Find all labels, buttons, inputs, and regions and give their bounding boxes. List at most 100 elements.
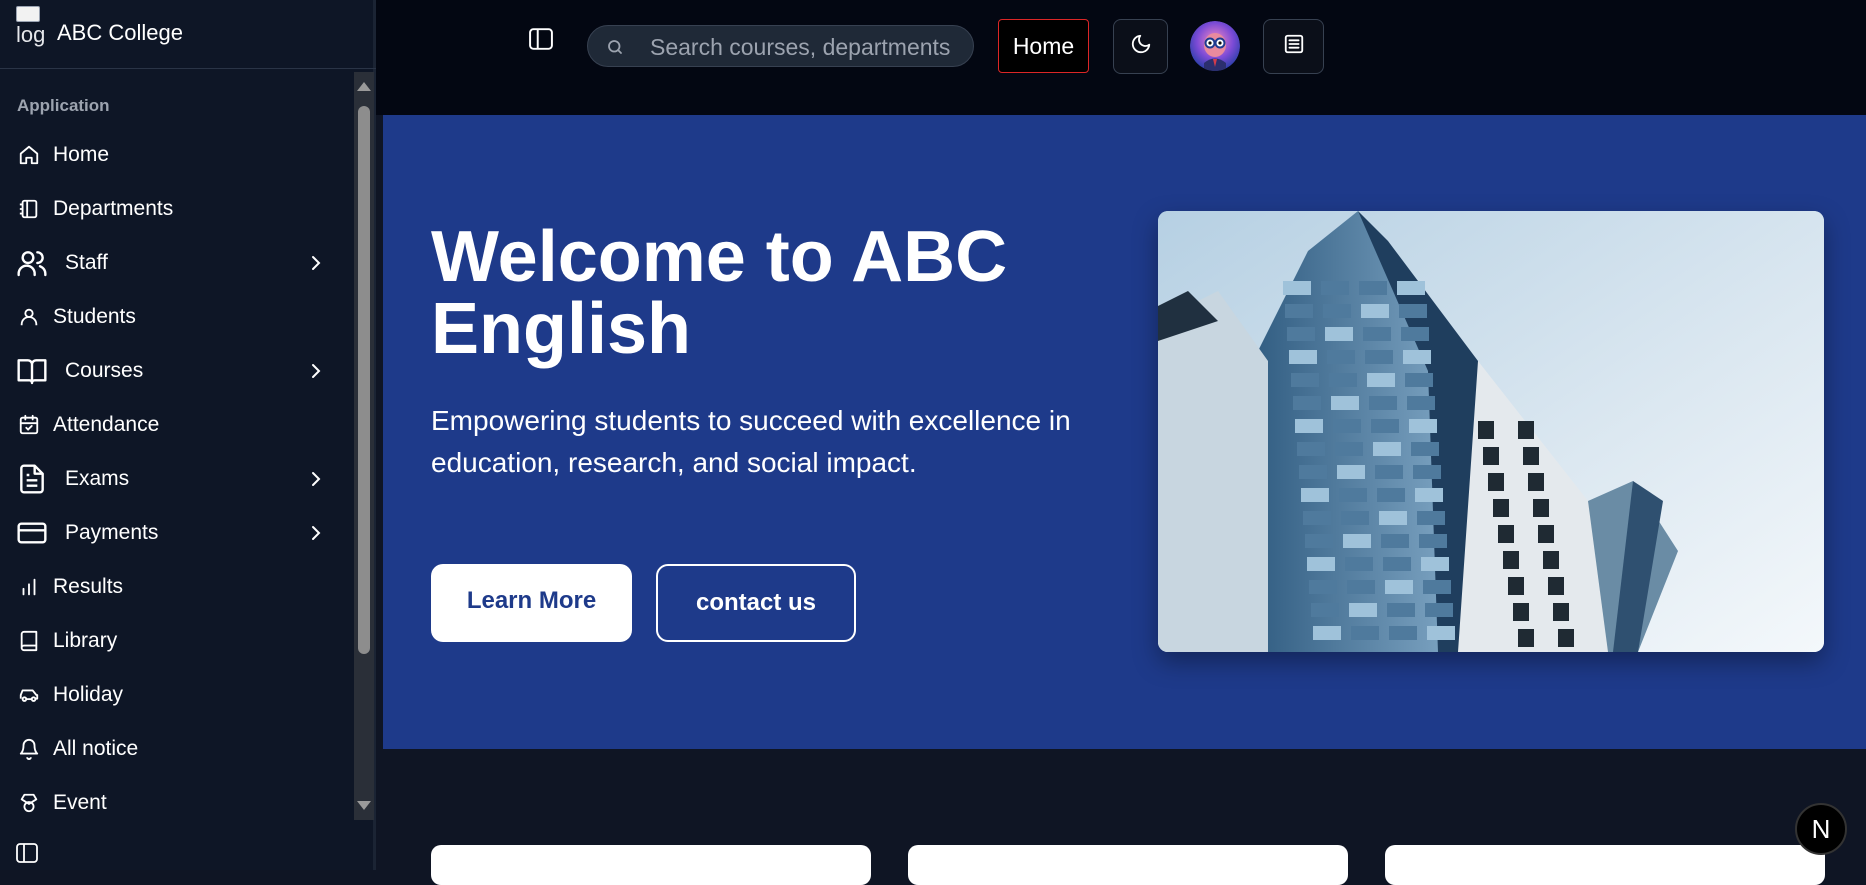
window-pane: [1371, 419, 1399, 433]
logo-image: log: [16, 6, 46, 56]
window-pane: [1423, 580, 1451, 594]
sidebar-item-departments[interactable]: Departments: [0, 186, 352, 232]
sidebar-nav: Application Home Departments Staff Stude…: [0, 80, 352, 822]
sidebar-item-label: Students: [53, 305, 136, 328]
hero-title: Welcome to ABC English: [431, 217, 1008, 369]
chevron-right-icon: [308, 525, 324, 541]
window-pane: [1553, 603, 1569, 621]
window-pane: [1377, 488, 1405, 502]
window-pane: [1413, 465, 1441, 479]
window-pane: [1325, 327, 1353, 341]
window-pane: [1397, 281, 1425, 295]
bar-chart-icon: [18, 576, 40, 598]
window-pane: [1533, 499, 1549, 517]
window-pane: [1411, 442, 1439, 456]
contact-us-button[interactable]: contact us: [656, 564, 856, 642]
window-pane: [1297, 442, 1325, 456]
sidebar-item-all-notice[interactable]: All notice: [0, 726, 352, 772]
car-icon: [18, 684, 40, 706]
sidebar-item-library[interactable]: Library: [0, 618, 352, 664]
window-pane: [1295, 419, 1323, 433]
sidebar-item-attendance[interactable]: Attendance: [0, 402, 352, 448]
search-input[interactable]: [648, 32, 962, 62]
window-pane: [1409, 419, 1437, 433]
sidebar-item-results[interactable]: Results: [0, 564, 352, 610]
scroll-up-arrow-icon[interactable]: [357, 82, 371, 91]
list-icon: [1283, 33, 1305, 60]
bell-icon: [18, 738, 40, 760]
sidebar-item-home[interactable]: Home: [0, 132, 352, 178]
scrollbar-thumb[interactable]: [358, 106, 370, 654]
window-pane: [1513, 603, 1529, 621]
window-pane: [1543, 551, 1559, 569]
sidebar-item-label: Courses: [65, 359, 144, 382]
window-pane: [1305, 534, 1333, 548]
nav-group-label: Application: [17, 96, 110, 115]
sidebar-item-students[interactable]: Students: [0, 294, 352, 340]
window-pane: [1508, 577, 1524, 595]
window-pane: [1347, 580, 1375, 594]
brand-name: ABC College: [57, 20, 183, 45]
window-pane: [1291, 373, 1319, 387]
sidebar-item-courses[interactable]: Courses: [0, 348, 352, 394]
sidebar-toggle-icon[interactable]: [16, 843, 38, 863]
window-pane: [1389, 626, 1417, 640]
window-pane: [1415, 488, 1443, 502]
window-pane: [1309, 580, 1337, 594]
learn-more-button[interactable]: Learn More: [431, 564, 632, 642]
feature-card: [431, 845, 871, 885]
window-pane: [1321, 281, 1349, 295]
feature-card: [908, 845, 1348, 885]
home-button[interactable]: Home: [998, 19, 1089, 73]
window-pane: [1381, 534, 1409, 548]
window-pane: [1333, 419, 1361, 433]
sidebar-item-event[interactable]: Event: [0, 780, 352, 822]
window-pane: [1401, 327, 1429, 341]
chevron-right-icon: [308, 471, 324, 487]
window-pane: [1289, 350, 1317, 364]
window-pane: [1483, 447, 1499, 465]
hero-subtitle: Empowering students to succeed with exce…: [431, 405, 1071, 478]
sidebar-toggle-icon[interactable]: [529, 28, 559, 54]
avatar[interactable]: [1190, 21, 1240, 71]
search-bar: [587, 25, 974, 67]
nextjs-badge[interactable]: N: [1795, 803, 1847, 855]
window-pane: [1425, 603, 1453, 617]
window-pane: [1349, 603, 1377, 617]
sidebar-item-label: Exams: [65, 467, 130, 490]
window-pane: [1301, 488, 1329, 502]
sidebar-item-staff[interactable]: Staff: [0, 240, 352, 286]
home-icon: [18, 144, 40, 166]
sidebar-item-exams[interactable]: Exams: [0, 456, 352, 502]
window-pane: [1287, 327, 1315, 341]
sidebar-scrollbar[interactable]: [354, 72, 374, 820]
brand[interactable]: log ABC College: [0, 0, 376, 69]
award-icon: [18, 792, 40, 814]
window-pane: [1373, 442, 1401, 456]
window-pane: [1403, 350, 1431, 364]
logo-alt-text: log: [16, 22, 46, 47]
scroll-down-arrow-icon[interactable]: [357, 801, 371, 810]
window-pane: [1339, 488, 1367, 502]
sidebar-item-label: Departments: [53, 197, 174, 220]
window-pane: [1363, 327, 1391, 341]
sidebar-item-holiday[interactable]: Holiday: [0, 672, 352, 718]
window-pane: [1405, 373, 1433, 387]
window-pane: [1548, 577, 1564, 595]
sidebar-item-payments[interactable]: Payments: [0, 510, 352, 556]
window-pane: [1558, 629, 1574, 647]
window-pane: [1518, 629, 1534, 647]
sidebar-item-label: Attendance: [53, 413, 160, 436]
chevron-right-icon: [308, 255, 324, 271]
moon-icon: [1130, 33, 1152, 60]
window-pane: [1518, 421, 1534, 439]
window-pane: [1421, 557, 1449, 571]
window-pane: [1313, 626, 1341, 640]
window-pane: [1323, 304, 1351, 318]
window-pane: [1478, 421, 1494, 439]
window-pane: [1285, 304, 1313, 318]
sidebar-item-label: Results: [53, 575, 124, 598]
notes-menu-button[interactable]: [1263, 19, 1324, 74]
window-pane: [1385, 580, 1413, 594]
theme-toggle-button[interactable]: [1113, 19, 1168, 74]
